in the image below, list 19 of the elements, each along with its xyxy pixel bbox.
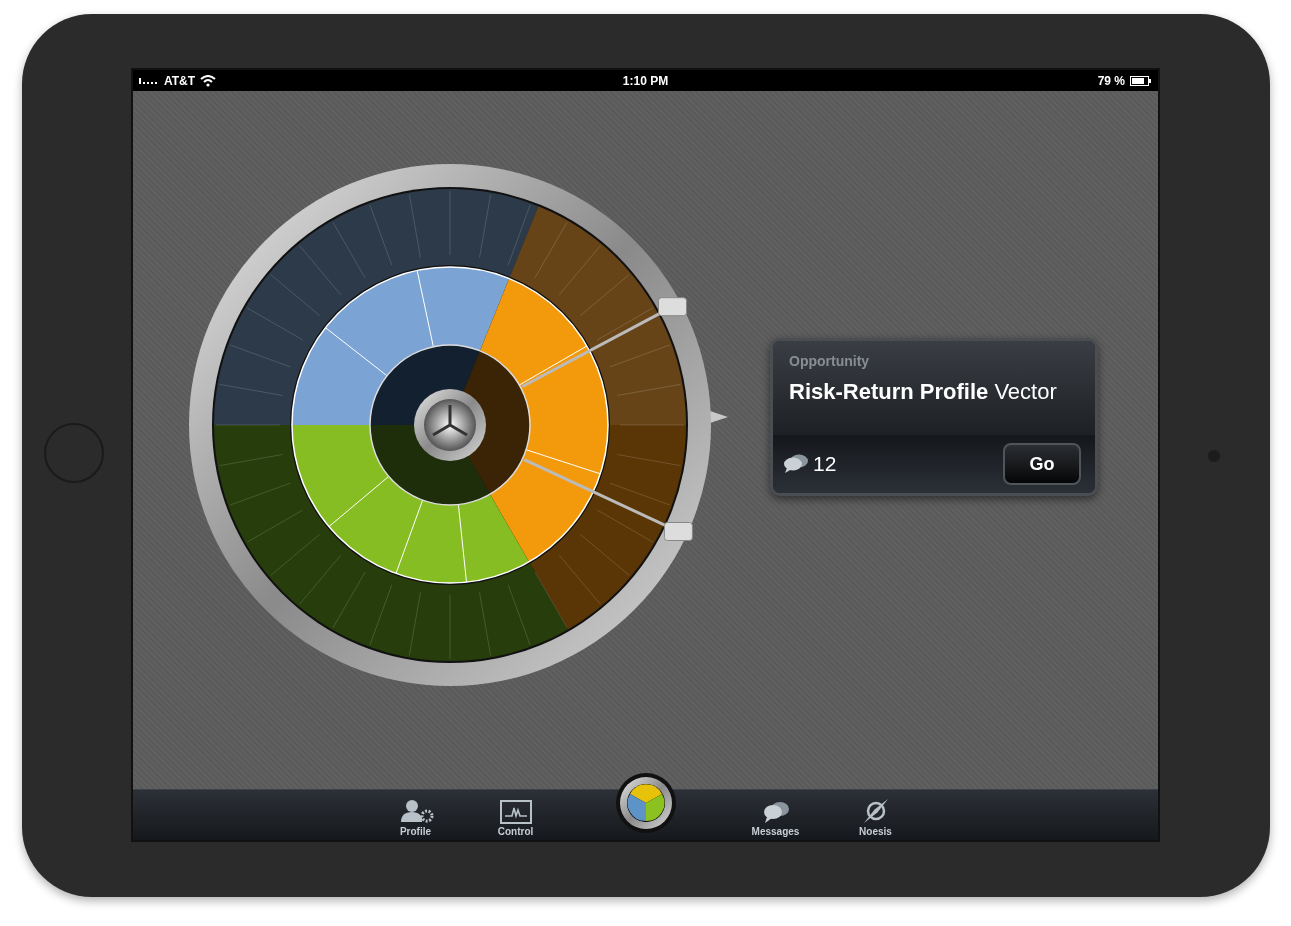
tab-item[interactable]: Messages bbox=[725, 790, 826, 840]
battery-percent: 79 % bbox=[1097, 73, 1125, 88]
tab-item[interactable]: Control bbox=[465, 790, 566, 840]
monitor-graph-icon bbox=[499, 800, 532, 824]
speech-bubbles-icon bbox=[783, 454, 809, 474]
go-button[interactable]: Go bbox=[1003, 443, 1081, 485]
card-label: Opportunity bbox=[789, 353, 871, 369]
battery-icon bbox=[1130, 75, 1152, 86]
center-cube-button[interactable] bbox=[615, 773, 676, 833]
status-time: 1:10 PM bbox=[622, 73, 669, 88]
wifi-icon bbox=[200, 74, 217, 87]
comment-count: 12 bbox=[813, 452, 838, 476]
signal-icon bbox=[139, 77, 159, 84]
tab-item[interactable]: Noesis bbox=[825, 790, 926, 840]
card-title: Risk-Return Profile Vector bbox=[789, 379, 1058, 405]
tab-item[interactable]: Profile bbox=[365, 790, 466, 840]
compass-icon bbox=[862, 798, 889, 824]
carrier-name: AT&T bbox=[164, 73, 196, 88]
speech-bubbles-icon bbox=[761, 800, 790, 824]
